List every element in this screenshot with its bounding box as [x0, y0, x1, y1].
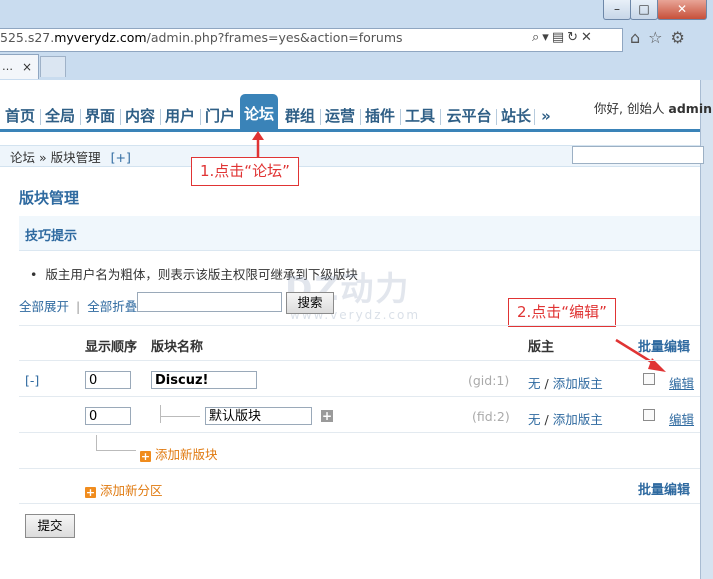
page-title: 版块管理	[19, 189, 80, 207]
add-subforum-icon[interactable]: +	[321, 410, 333, 422]
minimize-button[interactable]: –	[603, 0, 631, 20]
annotation-step2: 2.点击“编辑”	[508, 298, 616, 327]
nav-underline	[0, 129, 700, 132]
nav-groups[interactable]: 群组	[282, 103, 318, 129]
nav-operations[interactable]: 运营	[322, 103, 358, 129]
add-icon: +	[85, 486, 96, 499]
tips-title: 技巧提示	[25, 229, 78, 244]
nav-separator	[320, 109, 321, 125]
order-input[interactable]: 0	[85, 407, 131, 425]
nav-plugins[interactable]: 插件	[362, 103, 398, 129]
category-id: (gid:1)	[468, 373, 510, 388]
search-button[interactable]: 搜索	[286, 292, 334, 314]
row-checkbox[interactable]	[643, 409, 655, 421]
row-checkbox[interactable]	[643, 373, 655, 385]
forum-name-input[interactable]: 默认版块	[205, 407, 312, 425]
admin-username[interactable]: admin	[668, 101, 712, 116]
order-input[interactable]: 0	[85, 371, 131, 389]
add-moderator-link[interactable]: 添加版主	[553, 376, 603, 391]
compatibility-icon[interactable]: ▤	[552, 30, 567, 45]
menu-search-input[interactable]	[572, 146, 704, 164]
add-forum-link[interactable]: + 添加新版块	[140, 444, 218, 463]
edit-link-category[interactable]: 编辑	[669, 373, 694, 392]
nav-tools[interactable]: 工具	[402, 103, 438, 129]
nav-global[interactable]: 全局	[42, 103, 78, 129]
welcome-text: 你好, 创始人 admin	[594, 101, 713, 116]
admin-main-nav: 首页 全局 界面 内容 用户 门户 群组 运营 插件 工具 云平台 站长 »	[0, 103, 560, 129]
tree-line	[160, 416, 200, 417]
category-name-input[interactable]: Discuz!	[151, 371, 257, 389]
window-controls: – □ ✕	[603, 0, 707, 20]
tips-box	[19, 216, 700, 251]
nav-separator	[440, 109, 441, 125]
batch-edit-link-bottom[interactable]: 批量编辑	[638, 479, 690, 498]
nav-forum-active-tab[interactable]: 论坛	[240, 94, 278, 130]
nav-separator	[400, 109, 401, 125]
batch-edit-link-top[interactable]: 批量编辑	[638, 336, 690, 355]
home-icon[interactable]: ⌂	[630, 28, 648, 47]
add-category-link[interactable]: + 添加新分区	[85, 480, 163, 499]
forum-search-input[interactable]	[137, 292, 282, 312]
address-url[interactable]: 525.s27.myverydz.com/admin.php?frames=ye…	[0, 30, 403, 45]
expand-collapse-links: 全部展开 | 全部折叠	[19, 299, 138, 314]
forum-id: (fid:2)	[472, 409, 510, 424]
browser-tab[interactable]: … ×	[0, 54, 39, 79]
nav-separator	[496, 109, 497, 125]
tree-line	[160, 405, 161, 423]
gear-icon[interactable]: ⚙	[671, 28, 693, 47]
submit-button[interactable]: 提交	[25, 514, 75, 538]
nav-interface[interactable]: 界面	[82, 103, 118, 129]
nav-webmaster[interactable]: 站长	[498, 103, 534, 129]
breadcrumb: 论坛 » 版块管理 [+]	[10, 147, 131, 166]
annotation-arrow-up-icon	[252, 131, 264, 158]
tab-title: …	[2, 60, 13, 73]
nav-separator	[120, 109, 121, 125]
nav-users[interactable]: 用户	[162, 103, 198, 129]
header-display-order: 显示顺序	[85, 340, 138, 355]
search-icon[interactable]: ⌕▾	[532, 30, 552, 45]
add-moderator-link[interactable]: 添加版主	[553, 412, 603, 427]
favorites-star-icon[interactable]: ☆	[648, 28, 670, 47]
nav-separator	[40, 109, 41, 125]
nav-content[interactable]: 内容	[122, 103, 158, 129]
add-icon: +	[140, 450, 151, 463]
expand-all-link[interactable]: 全部展开	[19, 299, 69, 314]
tree-line	[96, 435, 97, 450]
nav-more[interactable]: »	[536, 103, 556, 129]
nav-separator	[160, 109, 161, 125]
nav-separator	[534, 109, 535, 125]
tree-line	[96, 450, 136, 451]
nav-home[interactable]: 首页	[2, 103, 38, 129]
refresh-icon[interactable]: ↻	[567, 30, 581, 45]
row-divider	[19, 432, 700, 433]
annotation-step1: 1.点击“论坛”	[191, 157, 299, 186]
header-forum-name: 版块名称	[151, 340, 204, 355]
row-divider	[19, 396, 700, 397]
moderator-cell: 无 / 添加版主	[528, 412, 603, 427]
nav-separator	[80, 109, 81, 125]
moderator-cell: 无 / 添加版主	[528, 376, 603, 391]
edit-link-forum[interactable]: 编辑	[669, 409, 694, 428]
row-divider	[19, 360, 700, 361]
nav-separator	[200, 109, 201, 125]
header-moderator: 版主	[528, 340, 555, 355]
breadcrumb-path: 论坛 » 版块管理	[10, 150, 101, 165]
maximize-button[interactable]: □	[630, 0, 658, 20]
add-shortcut-link[interactable]: [+]	[111, 150, 131, 165]
row-divider	[19, 503, 700, 504]
close-tab-icon[interactable]: ×	[22, 55, 32, 79]
row-divider	[19, 325, 700, 326]
browser-toolbar-icons: ⌂☆⚙	[630, 28, 693, 47]
collapse-toggle[interactable]: [-]	[25, 373, 39, 388]
row-divider	[19, 468, 700, 469]
nav-cloud[interactable]: 云平台	[442, 103, 496, 129]
collapse-all-link[interactable]: 全部折叠	[87, 299, 137, 314]
close-window-button[interactable]: ✕	[657, 0, 707, 20]
new-tab-button[interactable]	[40, 56, 66, 77]
nav-portal[interactable]: 门户	[202, 103, 238, 129]
stop-icon[interactable]: ✕	[581, 30, 595, 45]
nav-separator	[360, 109, 361, 125]
address-bar-actions: ⌕▾▤↻✕	[532, 30, 595, 45]
